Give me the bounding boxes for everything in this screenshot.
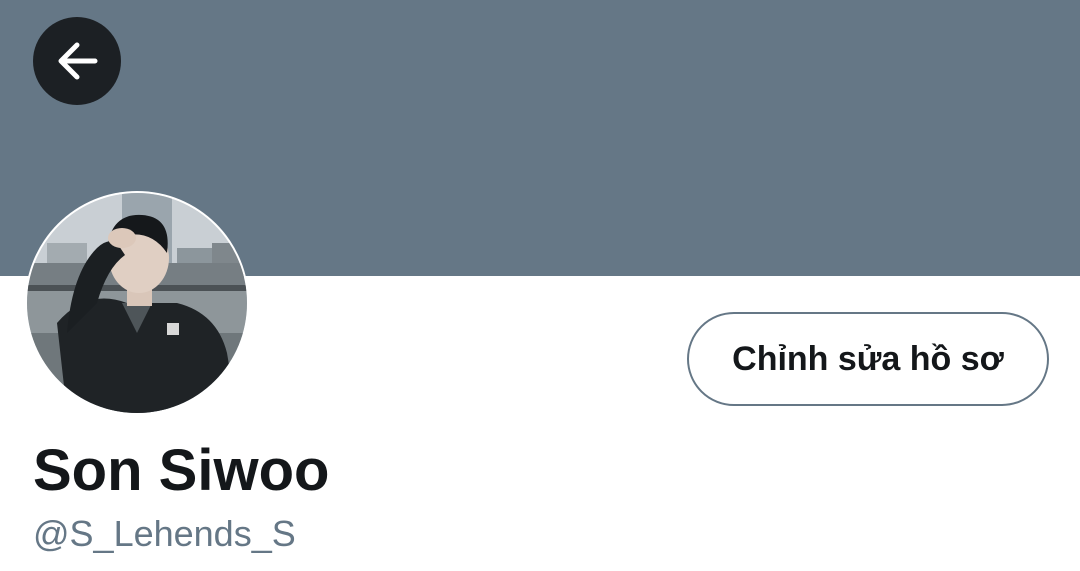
- profile-display-name: Son Siwoo: [33, 438, 330, 503]
- back-button[interactable]: [33, 17, 121, 105]
- arrow-left-icon: [58, 42, 98, 80]
- profile-avatar[interactable]: [27, 193, 247, 413]
- edit-profile-button[interactable]: Chỉnh sửa hồ sơ: [687, 312, 1049, 406]
- avatar-photo: [27, 193, 247, 413]
- profile-handle: @S_Lehends_S: [33, 513, 296, 554]
